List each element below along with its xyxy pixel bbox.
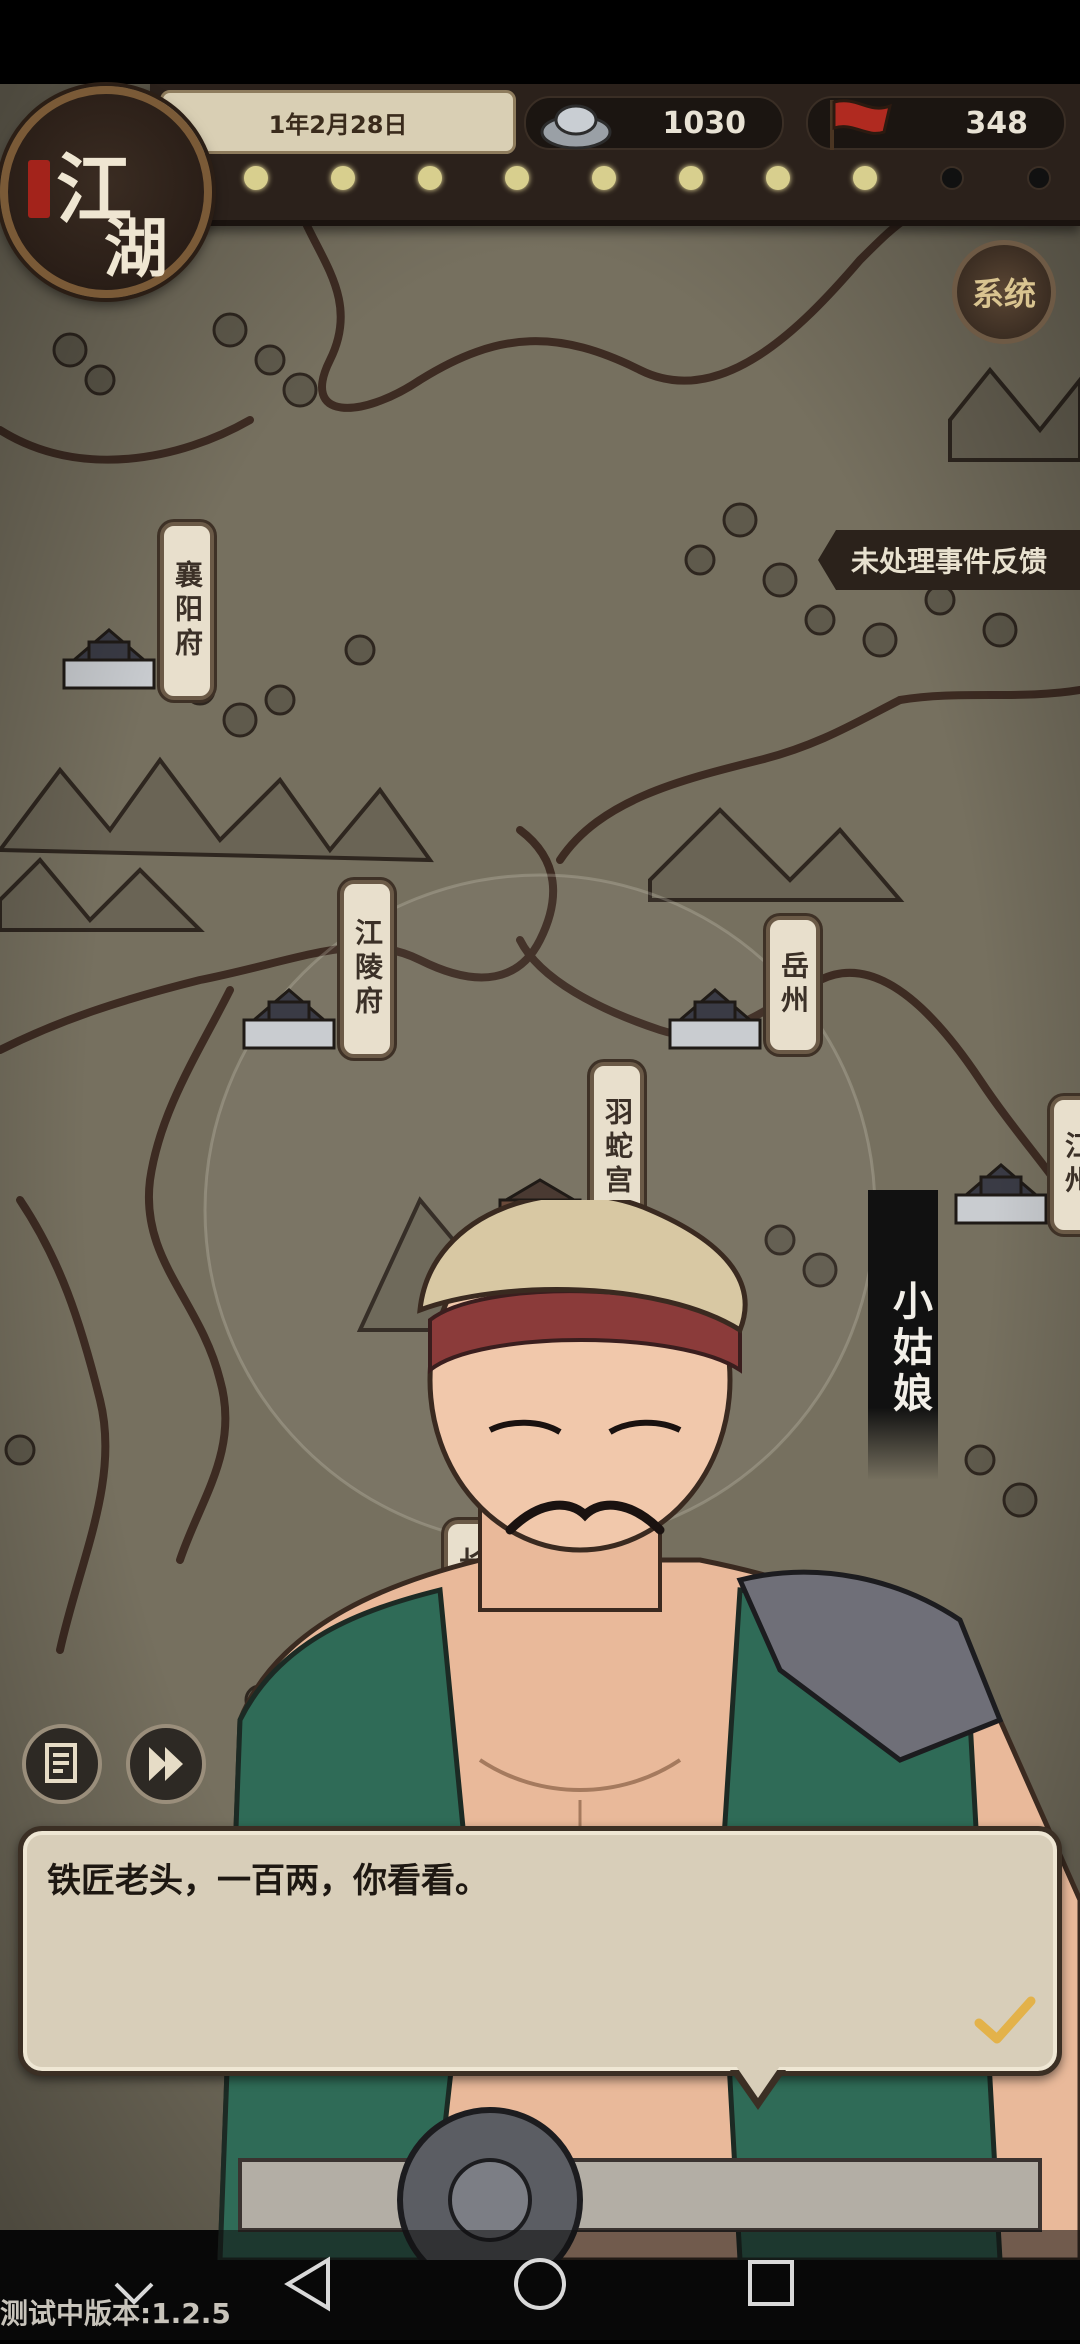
confirm-button[interactable] xyxy=(973,1995,1037,2049)
date-display: 1年2月28日 xyxy=(160,90,516,154)
silver-counter[interactable]: 1030 xyxy=(524,96,784,150)
event-feedback-tab[interactable]: 未处理事件反馈 xyxy=(818,530,1080,590)
flag-value: 348 xyxy=(965,105,1028,141)
progress-dot xyxy=(505,166,529,190)
system-button[interactable]: 系统 xyxy=(952,240,1056,344)
progress-dot xyxy=(679,166,703,190)
dialogue-text: 铁匠老头，一百两，你看看。 xyxy=(47,1861,489,1901)
version-label: 测试中版本:1.2.5 xyxy=(0,2297,231,2330)
progress-dot xyxy=(1027,166,1051,190)
war-flag-icon xyxy=(818,92,898,160)
fast-forward-button[interactable] xyxy=(126,1724,206,1804)
log-icon xyxy=(45,1743,77,1783)
progress-dot xyxy=(766,166,790,190)
progress-dot xyxy=(853,166,877,190)
progress-dot xyxy=(418,166,442,190)
silver-value: 1030 xyxy=(662,105,747,141)
fast-forward-icon xyxy=(149,1747,183,1781)
npc-name-banner: 小姑娘 xyxy=(868,1190,938,1480)
progress-dot xyxy=(244,166,268,190)
checkmark-icon xyxy=(974,1996,1036,2044)
day-progress xyxy=(230,166,1070,206)
city-sign-xiangyang[interactable]: 襄阳府 xyxy=(160,522,214,700)
dialogue-box[interactable]: 铁匠老头，一百两，你看看。 xyxy=(18,1826,1062,2076)
progress-dot xyxy=(592,166,616,190)
nav-back-icon[interactable] xyxy=(284,2256,330,2312)
silver-ingot-icon xyxy=(536,92,616,160)
dialogue-tail-inner xyxy=(736,2066,780,2098)
character-portrait xyxy=(217,1200,1080,2260)
nav-recents-icon[interactable] xyxy=(748,2260,794,2306)
progress-dot xyxy=(940,166,964,190)
progress-dot xyxy=(331,166,355,190)
flag-counter[interactable]: 348 xyxy=(806,96,1066,150)
city-sign-jiangling[interactable]: 江陵府 xyxy=(340,880,394,1058)
log-button[interactable] xyxy=(22,1724,102,1804)
logo-seal xyxy=(28,160,50,218)
game-logo: 江 湖 xyxy=(0,86,212,298)
nav-home-icon[interactable] xyxy=(514,2258,566,2310)
city-sign-yuezhou[interactable]: 岳州 xyxy=(766,916,820,1054)
status-bar xyxy=(0,0,1080,84)
logo-char-2: 湖 xyxy=(104,212,168,287)
event-feedback-label: 未处理事件反馈 xyxy=(850,545,1047,578)
